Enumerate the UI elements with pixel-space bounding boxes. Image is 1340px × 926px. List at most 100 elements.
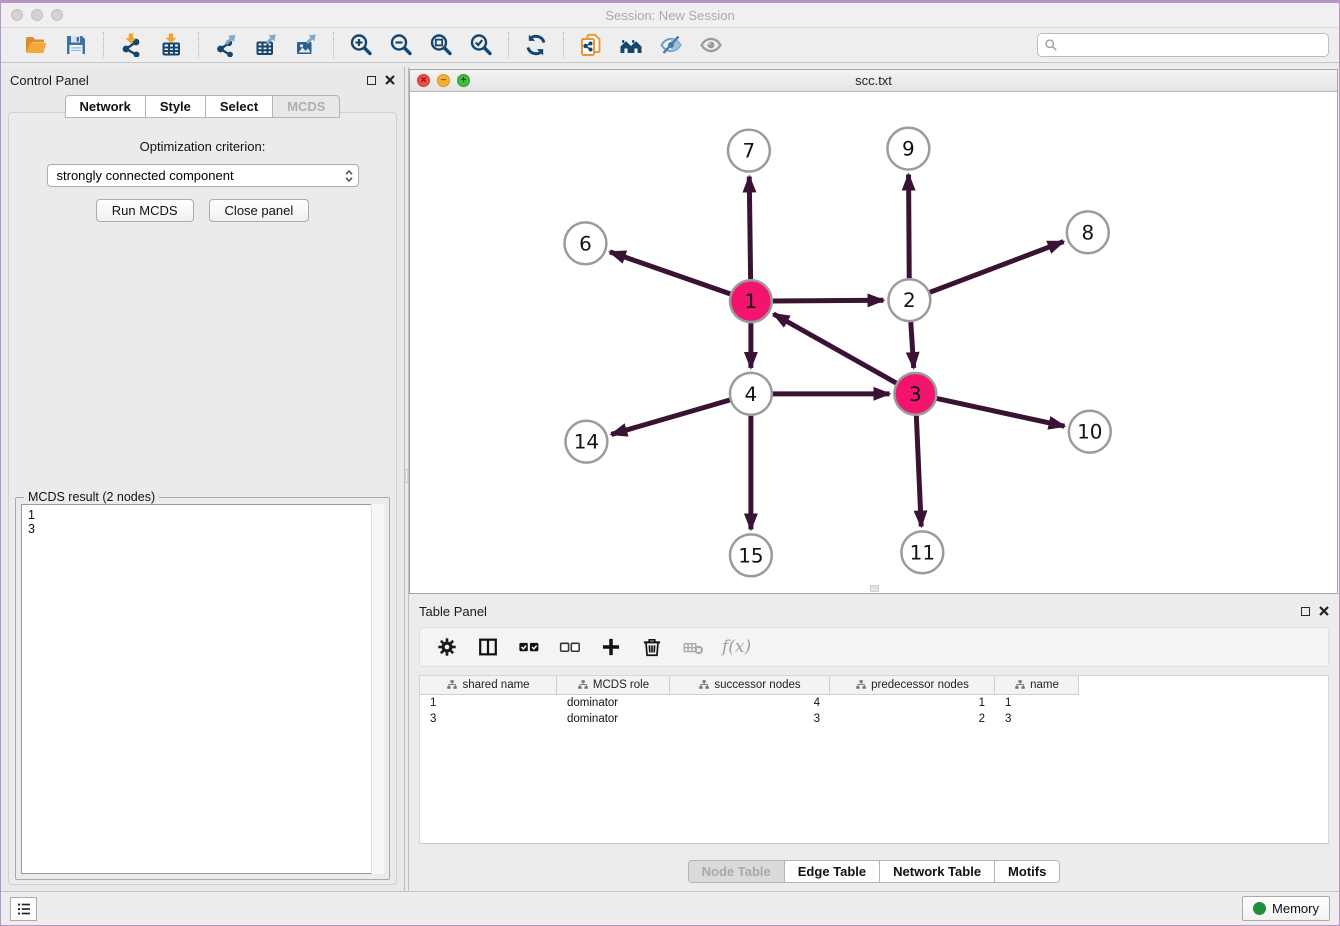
network-graph[interactable]: 7 9 6 8 1 2 4 3 14 10 15 11 [410, 92, 1337, 593]
column-header-name[interactable]: name [995, 676, 1079, 694]
select-all-columns-icon[interactable] [517, 635, 541, 659]
control-panel-tabs: NetworkStyleSelectMCDS [1, 95, 404, 118]
graph-node-9[interactable]: 9 [887, 128, 929, 170]
table-panel: Table Panel f(x) shared nameMCDS rolesuc… [409, 599, 1339, 891]
table-cell[interactable]: 1 [420, 697, 557, 709]
float-table-panel-icon[interactable] [1301, 607, 1310, 616]
zoom-in-icon[interactable] [348, 32, 374, 58]
zoom-out-icon[interactable] [388, 32, 414, 58]
mcds-panel: Optimization criterion: strongly connect… [8, 112, 397, 885]
zoom-fit-icon[interactable] [428, 32, 454, 58]
divider-grip[interactable] [405, 469, 408, 483]
export-table-icon[interactable] [253, 32, 279, 58]
graph-node-4[interactable]: 4 [730, 373, 772, 415]
close-panel-button[interactable]: Close panel [209, 199, 310, 222]
column-panel-icon[interactable] [476, 635, 500, 659]
table-settings-icon[interactable] [435, 635, 459, 659]
deselect-all-columns-icon[interactable] [558, 635, 582, 659]
table-cell[interactable]: dominator [557, 697, 670, 709]
tab-network-table[interactable]: Network Table [879, 860, 994, 883]
search-box[interactable] [1037, 33, 1329, 57]
graph-node-15[interactable]: 15 [730, 534, 772, 576]
canvas-resize-grip[interactable] [870, 585, 879, 592]
tab-mcds[interactable]: MCDS [272, 95, 340, 118]
edge-1-7[interactable] [749, 177, 750, 280]
table-cell[interactable]: 2 [830, 713, 995, 725]
table-panel-title: Table Panel [419, 604, 1301, 619]
open-session-icon[interactable] [23, 32, 49, 58]
edge-1-6[interactable] [610, 252, 730, 294]
search-input[interactable] [1058, 35, 1328, 55]
close-table-panel-icon[interactable] [1319, 606, 1329, 616]
add-column-icon[interactable] [599, 635, 623, 659]
svg-text:11: 11 [910, 541, 935, 564]
import-table-icon[interactable] [158, 32, 184, 58]
svg-text:1: 1 [745, 290, 758, 313]
task-history-button[interactable] [10, 897, 37, 921]
close-panel-icon[interactable] [385, 75, 395, 85]
mcds-result-text[interactable]: 1 3 [21, 504, 384, 874]
refresh-icon[interactable] [523, 32, 549, 58]
tab-motifs[interactable]: Motifs [994, 860, 1060, 883]
zoom-selected-icon[interactable] [468, 32, 494, 58]
result-scrollbar[interactable] [371, 504, 384, 874]
graph-node-6[interactable]: 6 [565, 222, 607, 264]
run-mcds-button[interactable]: Run MCDS [96, 199, 194, 222]
float-panel-icon[interactable] [367, 76, 376, 85]
edge-1-2[interactable] [773, 300, 884, 301]
table-cell[interactable]: 4 [670, 697, 830, 709]
edge-2-9[interactable] [909, 175, 910, 279]
column-header-MCDS-role[interactable]: MCDS role [557, 676, 670, 694]
export-network-icon[interactable] [213, 32, 239, 58]
import-network-icon[interactable] [118, 32, 144, 58]
table-cell[interactable]: 3 [995, 713, 1079, 725]
graph-node-7[interactable]: 7 [728, 130, 770, 172]
graph-node-10[interactable]: 10 [1069, 411, 1111, 453]
svg-text:7: 7 [743, 140, 756, 163]
table-cell[interactable]: 3 [420, 713, 557, 725]
edge-2-8[interactable] [930, 242, 1064, 293]
graph-node-14[interactable]: 14 [565, 421, 607, 463]
memory-button[interactable]: Memory [1242, 896, 1330, 921]
node-table[interactable]: shared nameMCDS rolesuccessor nodesprede… [419, 675, 1329, 844]
export-image-icon[interactable] [293, 32, 319, 58]
tab-node-table[interactable]: Node Table [688, 860, 784, 883]
delete-columns-icon[interactable] [640, 635, 664, 659]
edge-4-14[interactable] [611, 400, 730, 434]
column-header-predecessor-nodes[interactable]: predecessor nodes [830, 676, 995, 694]
tab-edge-table[interactable]: Edge Table [784, 860, 879, 883]
table-cell[interactable]: 1 [830, 697, 995, 709]
svg-text:2: 2 [903, 289, 916, 312]
table-toolbar: f(x) [419, 627, 1329, 667]
save-session-icon[interactable] [63, 32, 89, 58]
first-neighbors-icon[interactable] [618, 32, 644, 58]
edge-3-11[interactable] [916, 416, 921, 527]
hide-graphics-details-icon[interactable] [658, 32, 684, 58]
table-cell[interactable]: 3 [670, 713, 830, 725]
table-row[interactable]: 3dominator323 [420, 711, 1328, 727]
graph-node-11[interactable]: 11 [901, 531, 943, 573]
graph-node-3[interactable]: 3 [894, 373, 936, 415]
tab-network[interactable]: Network [65, 95, 145, 118]
edge-3-10[interactable] [937, 398, 1065, 426]
graph-node-1[interactable]: 1 [730, 280, 772, 322]
column-header-shared-name[interactable]: shared name [420, 676, 557, 694]
graph-node-2[interactable]: 2 [888, 279, 930, 321]
delete-table-icon [681, 635, 705, 659]
edge-2-3[interactable] [911, 322, 914, 368]
memory-status-icon [1253, 902, 1266, 915]
edge-3-1[interactable] [773, 314, 896, 383]
optimization-criterion-select[interactable]: strongly connected component [47, 164, 359, 187]
table-row[interactable]: 1dominator411 [420, 695, 1328, 711]
column-header-successor-nodes[interactable]: successor nodes [670, 676, 830, 694]
network-canvas[interactable]: 7 9 6 8 1 2 4 3 14 10 15 11 [410, 92, 1337, 593]
graph-node-8[interactable]: 8 [1067, 211, 1109, 253]
show-graphics-details-icon[interactable] [698, 32, 724, 58]
table-cell[interactable]: 1 [995, 697, 1079, 709]
table-cell[interactable]: dominator [557, 713, 670, 725]
toolbar-group [9, 32, 103, 58]
tab-select[interactable]: Select [205, 95, 272, 118]
svg-text:3: 3 [909, 383, 922, 406]
tab-style[interactable]: Style [145, 95, 205, 118]
new-network-from-selection-icon[interactable] [578, 32, 604, 58]
